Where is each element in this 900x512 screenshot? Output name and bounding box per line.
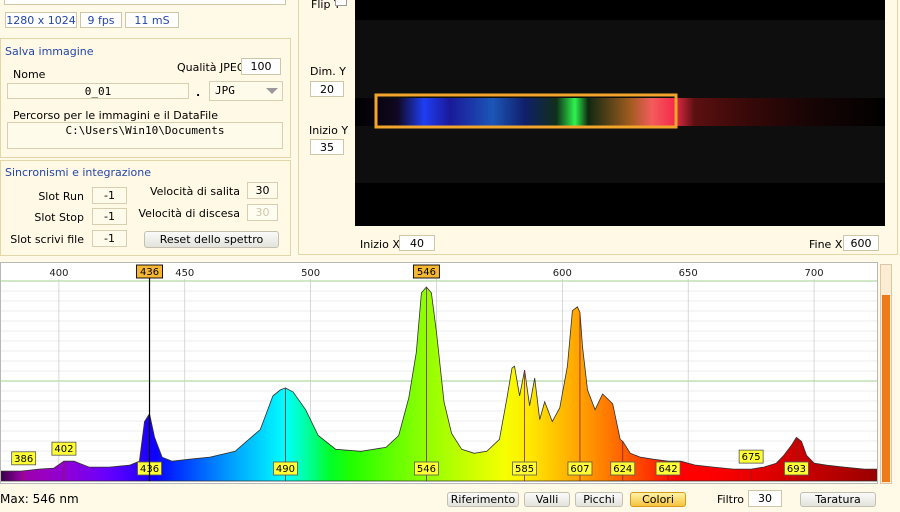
- peak-label: 693: [784, 461, 809, 476]
- fall-speed-label: Velocità di discesa: [138, 207, 240, 220]
- calibration-button[interactable]: Taratura: [800, 492, 876, 507]
- spectrum-chart-svg: 400 450 500 600 650 700 386 402 436 490 546 585 607 6…: [0, 264, 878, 482]
- end-x-input[interactable]: 600: [843, 235, 879, 251]
- peak-label-text: 386: [14, 454, 33, 465]
- peak-label-text: 490: [276, 464, 295, 475]
- start-x-label: Inizio X: [360, 238, 400, 251]
- slot-run-input[interactable]: -1: [92, 187, 127, 204]
- cursor-label-text: 546: [417, 267, 436, 278]
- peak-label-text: 402: [54, 444, 73, 455]
- jpeg-quality-input[interactable]: 100: [241, 58, 281, 75]
- camera-spectrum-svg: [355, 20, 885, 183]
- exposure-readout: 11 mS: [125, 12, 179, 28]
- preview-bottom-border: [4, 0, 286, 5]
- x-tick-label: 500: [301, 268, 320, 279]
- start-x-input[interactable]: 40: [399, 235, 435, 251]
- save-image-group: Salva immagine Nome Qualità JPEG 100 0_0…: [0, 38, 291, 158]
- cursor-label-text: 436: [140, 267, 159, 278]
- slot-run-label: Slot Run: [38, 190, 84, 203]
- sync-group: Sincronismi e integrazione Slot Run -1 S…: [0, 160, 291, 256]
- level-meter-fill: [882, 294, 890, 482]
- slot-write-input[interactable]: -1: [92, 230, 127, 247]
- slot-stop-input[interactable]: -1: [92, 208, 127, 225]
- cursor-label: 546: [412, 264, 440, 279]
- resolution-readout: 1280 x 1024: [5, 12, 77, 28]
- peak-label: 607: [567, 461, 593, 476]
- fall-speed-input[interactable]: 30: [247, 204, 278, 221]
- peak-label-text: 607: [570, 464, 589, 475]
- start-y-input[interactable]: 35: [310, 139, 344, 155]
- save-image-title: Salva immagine: [5, 45, 94, 58]
- flip-y-checkbox[interactable]: [335, 0, 347, 6]
- peak-label-text: 585: [515, 464, 534, 475]
- info-bar: 1280 x 1024 9 fps 11 mS: [0, 0, 290, 30]
- fps-readout: 9 fps: [80, 12, 122, 28]
- dim-y-input[interactable]: 20: [310, 81, 344, 97]
- max-readout: Max: 546 nm: [0, 492, 79, 506]
- colors-button[interactable]: Colori: [630, 492, 686, 507]
- end-x-label: Fine X: [809, 238, 843, 251]
- peak-label: 490: [273, 461, 298, 476]
- x-tick-label: 600: [553, 268, 572, 279]
- peak-label: 546: [414, 461, 439, 476]
- name-label: Nome: [13, 68, 46, 81]
- chevron-down-icon[interactable]: [266, 88, 278, 94]
- file-name-input[interactable]: 0_01: [7, 83, 189, 99]
- peak-label-text: 642: [659, 464, 678, 475]
- peak-label: 386: [11, 451, 37, 466]
- filter-label: Filtro: [717, 493, 744, 506]
- spectral-band: [355, 98, 885, 126]
- dim-y-label: Dim. Y: [310, 65, 346, 78]
- cursor-label: 436: [136, 264, 163, 279]
- camera-view[interactable]: [355, 0, 885, 226]
- slot-write-label: Slot scrivi file: [10, 233, 84, 246]
- filter-input[interactable]: 30: [748, 490, 782, 507]
- x-tick-label: 700: [805, 268, 824, 279]
- sync-title: Sincronismi e integrazione: [5, 166, 152, 179]
- peak-label: 624: [610, 461, 636, 476]
- peak-label-text: 675: [742, 452, 761, 463]
- start-y-label: Inizio Y: [309, 124, 349, 137]
- rise-speed-input[interactable]: 30: [247, 182, 278, 199]
- peak-label-text: 624: [613, 464, 632, 475]
- peak-label-text: 693: [787, 464, 806, 475]
- reference-button[interactable]: Riferimento: [447, 492, 519, 507]
- peak-label: 675: [738, 449, 764, 464]
- x-tick-label: 400: [49, 268, 68, 279]
- jpeg-quality-label: Qualità JPEG: [177, 61, 246, 74]
- reset-spectrum-button[interactable]: Reset dello spettro: [144, 231, 279, 248]
- x-tick-label: 650: [679, 268, 698, 279]
- path-label: Percorso per le immagini e il DataFile: [13, 109, 218, 122]
- valleys-button[interactable]: Valli: [524, 492, 570, 507]
- extension-dot: .: [196, 86, 201, 99]
- peak-label: 402: [51, 441, 77, 456]
- peaks-button[interactable]: Picchi: [575, 492, 623, 507]
- rise-speed-label: Velocità di salita: [149, 185, 240, 198]
- spectrum-chart[interactable]: 400 450 500 600 650 700 386 402 436 490 546 585 607 6…: [0, 262, 878, 484]
- format-select[interactable]: JPG: [209, 81, 283, 101]
- peak-label: 585: [512, 461, 537, 476]
- peak-label: 642: [655, 461, 681, 476]
- format-select-value: JPG: [215, 84, 235, 97]
- peak-label-text: 546: [417, 464, 436, 475]
- slot-stop-label: Slot Stop: [34, 211, 84, 224]
- x-tick-label: 450: [175, 268, 194, 279]
- level-meter: [880, 264, 892, 484]
- path-input[interactable]: C:\Users\Win10\Documents: [7, 122, 283, 149]
